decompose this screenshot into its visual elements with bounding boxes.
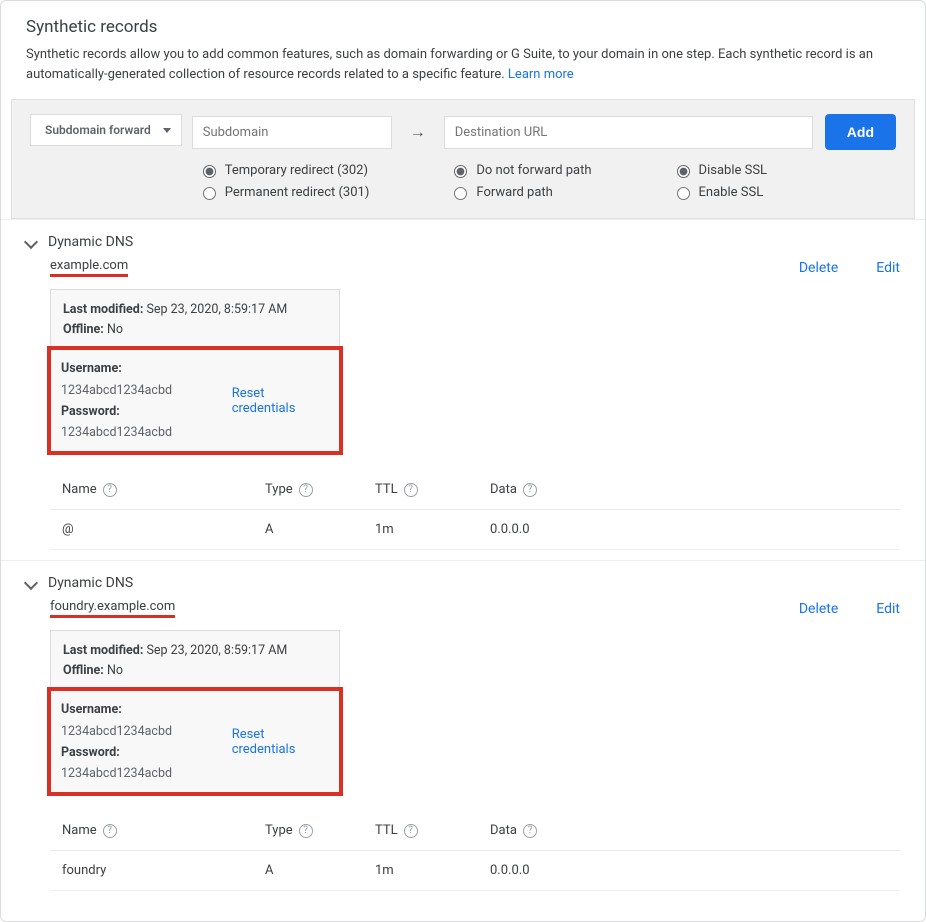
- chevron-down-icon: [24, 235, 38, 249]
- radio-disable-ssl[interactable]: Disable SSL: [672, 162, 768, 178]
- cell-ttl: 1m: [375, 522, 490, 537]
- subdomain-input[interactable]: [192, 116, 392, 149]
- table-row: foundry A 1m 0.0.0.0: [50, 851, 900, 891]
- col-type: Type: [265, 823, 293, 838]
- radio-label: Enable SSL: [699, 185, 764, 200]
- edit-button[interactable]: Edit: [876, 260, 900, 276]
- help-icon[interactable]: ?: [523, 483, 537, 497]
- entry-header[interactable]: Dynamic DNS: [26, 234, 900, 250]
- table-row: @ A 1m 0.0.0.0: [50, 510, 900, 550]
- password-label: Password:: [61, 404, 120, 419]
- radio-enable-ssl[interactable]: Enable SSL: [672, 184, 768, 200]
- col-type: Type: [265, 482, 293, 497]
- offline-value: No: [107, 322, 123, 337]
- col-ttl: TTL: [375, 482, 398, 497]
- password-value: 1234abcd1234acbd: [61, 425, 172, 440]
- cell-name: foundry: [50, 863, 265, 878]
- username-value: 1234abcd1234acbd: [61, 383, 172, 398]
- credentials-block: Last modified: Sep 23, 2020, 8:59:17 AM …: [50, 630, 340, 793]
- username-label: Username:: [61, 361, 122, 376]
- radio-label: Do not forward path: [476, 163, 591, 178]
- records-table: Name? Type? TTL? Data? foundry A 1m 0.0.…: [50, 811, 900, 891]
- edit-button[interactable]: Edit: [876, 601, 900, 617]
- radio-label: Forward path: [476, 185, 552, 200]
- delete-button[interactable]: Delete: [799, 601, 838, 617]
- password-value: 1234abcd1234acbd: [61, 766, 172, 781]
- col-name: Name: [62, 482, 97, 497]
- dynamic-dns-entry: Dynamic DNS foundry.example.com Delete E…: [1, 560, 925, 891]
- offline-value: No: [107, 663, 123, 678]
- domain-name: example.com: [50, 258, 128, 277]
- cell-data: 0.0.0.0: [490, 522, 900, 537]
- offline-label: Offline:: [63, 663, 104, 678]
- arrow-icon: →: [404, 122, 432, 142]
- radio-label: Permanent redirect (301): [225, 185, 370, 200]
- col-name: Name: [62, 823, 97, 838]
- last-modified-value: Sep 23, 2020, 8:59:17 AM: [146, 302, 287, 317]
- username-value: 1234abcd1234acbd: [61, 724, 172, 739]
- help-icon[interactable]: ?: [103, 824, 117, 838]
- synthetic-records-card: Synthetic records Synthetic records allo…: [0, 0, 926, 922]
- learn-more-link[interactable]: Learn more: [508, 67, 574, 82]
- radio-permanent-redirect[interactable]: Permanent redirect (301): [198, 184, 370, 200]
- cell-name: @: [50, 522, 265, 537]
- password-label: Password:: [61, 745, 120, 760]
- entry-header[interactable]: Dynamic DNS: [26, 575, 900, 591]
- domain-name: foundry.example.com: [50, 599, 175, 618]
- col-data: Data: [490, 482, 517, 497]
- last-modified-label: Last modified:: [63, 302, 143, 317]
- radio-label: Temporary redirect (302): [225, 163, 368, 178]
- offline-label: Offline:: [63, 322, 104, 337]
- help-icon[interactable]: ?: [299, 824, 313, 838]
- description-text: Synthetic records allow you to add commo…: [26, 47, 873, 82]
- reset-credentials-link[interactable]: Reset credentials: [232, 386, 329, 416]
- section-description: Synthetic records allow you to add commo…: [1, 45, 925, 99]
- credentials-block: Last modified: Sep 23, 2020, 8:59:17 AM …: [50, 289, 340, 452]
- entry-type-label: Dynamic DNS: [48, 575, 133, 591]
- cell-ttl: 1m: [375, 863, 490, 878]
- section-title: Synthetic records: [1, 1, 925, 45]
- add-button[interactable]: Add: [825, 114, 896, 150]
- help-icon[interactable]: ?: [299, 483, 313, 497]
- radio-temporary-redirect[interactable]: Temporary redirect (302): [198, 162, 370, 178]
- records-table: Name? Type? TTL? Data? @ A 1m 0.0.0.0: [50, 470, 900, 550]
- username-label: Username:: [61, 702, 122, 717]
- radio-do-not-forward-path[interactable]: Do not forward path: [449, 162, 591, 178]
- dynamic-dns-entry: Dynamic DNS example.com Delete Edit Last…: [1, 219, 925, 550]
- cell-data: 0.0.0.0: [490, 863, 900, 878]
- destination-url-input[interactable]: [444, 116, 813, 149]
- delete-button[interactable]: Delete: [799, 260, 838, 276]
- help-icon[interactable]: ?: [404, 483, 418, 497]
- entry-type-label: Dynamic DNS: [48, 234, 133, 250]
- cell-type: A: [265, 522, 375, 537]
- help-icon[interactable]: ?: [523, 824, 537, 838]
- record-type-dropdown[interactable]: Subdomain forward: [30, 114, 182, 146]
- radio-forward-path[interactable]: Forward path: [449, 184, 591, 200]
- chevron-down-icon: [24, 576, 38, 590]
- radio-label: Disable SSL: [699, 163, 768, 178]
- col-data: Data: [490, 823, 517, 838]
- help-icon[interactable]: ?: [404, 824, 418, 838]
- create-toolbar: Subdomain forward → Add Temporary redire…: [11, 99, 915, 219]
- last-modified-value: Sep 23, 2020, 8:59:17 AM: [146, 643, 287, 658]
- form-stack: → Add Temporary redirect (302) Permanent…: [192, 114, 896, 200]
- reset-credentials-link[interactable]: Reset credentials: [232, 727, 329, 757]
- col-ttl: TTL: [375, 823, 398, 838]
- radio-options: Temporary redirect (302) Permanent redir…: [198, 162, 896, 200]
- inputs-row: → Add: [192, 114, 896, 150]
- help-icon[interactable]: ?: [103, 483, 117, 497]
- last-modified-label: Last modified:: [63, 643, 143, 658]
- cell-type: A: [265, 863, 375, 878]
